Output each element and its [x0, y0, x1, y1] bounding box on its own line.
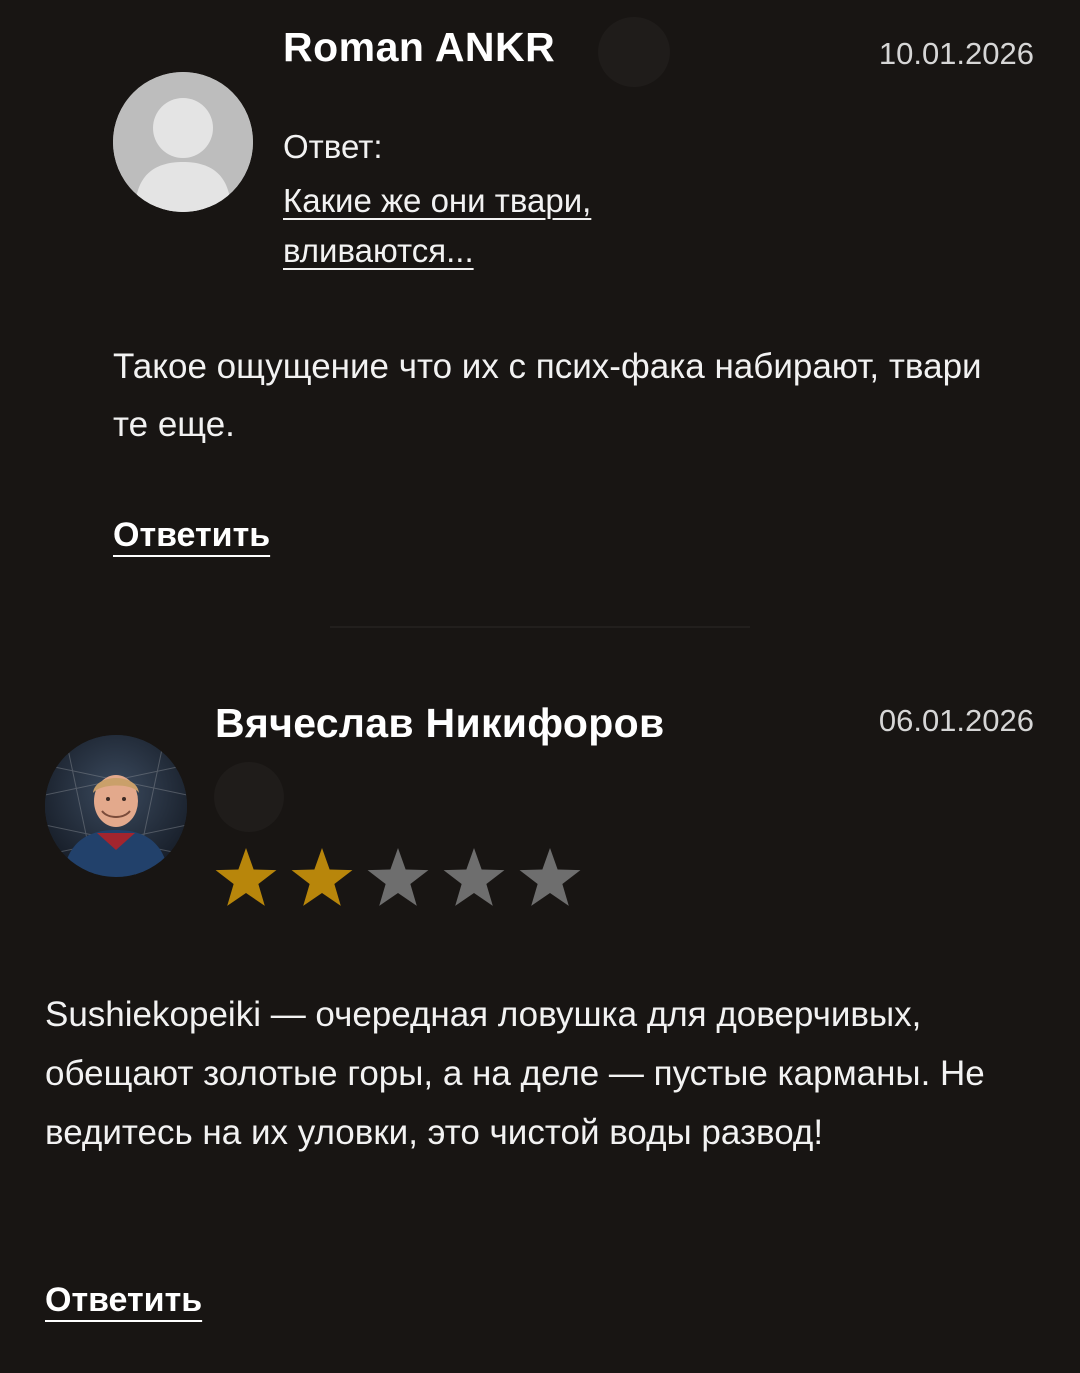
review-card: Roman ANKR 10.01.2026 Ответ: Какие же он… — [0, 0, 1080, 620]
review-text: Sushiekopeiki — очередная ловушка для до… — [45, 995, 985, 1152]
star-empty-icon — [443, 848, 505, 906]
review-author: Вячеслав Никифоров — [215, 700, 665, 746]
reply-to-link[interactable]: Какие же они твари, вливаются... — [283, 176, 753, 276]
review-date: 10.01.2026 — [878, 36, 1034, 71]
divider — [330, 626, 750, 628]
star-empty-icon — [519, 848, 581, 906]
review-text: Такое ощущение что их с псих-фака набира… — [113, 347, 982, 444]
star-empty-icon — [367, 848, 429, 906]
reply-button[interactable]: Ответить — [45, 1281, 202, 1320]
review-date: 06.01.2026 — [878, 703, 1034, 738]
online-indicator — [598, 17, 670, 87]
rating-stars — [213, 846, 583, 912]
reply-button[interactable]: Ответить — [113, 516, 270, 555]
review-author: Roman ANKR — [283, 24, 556, 70]
star-filled-icon — [215, 848, 277, 906]
user-photo — [45, 735, 187, 877]
star-filled-icon — [291, 848, 353, 906]
reply-to-label: Ответ: — [283, 128, 383, 165]
default-user-icon — [113, 72, 253, 212]
online-indicator — [214, 762, 284, 832]
